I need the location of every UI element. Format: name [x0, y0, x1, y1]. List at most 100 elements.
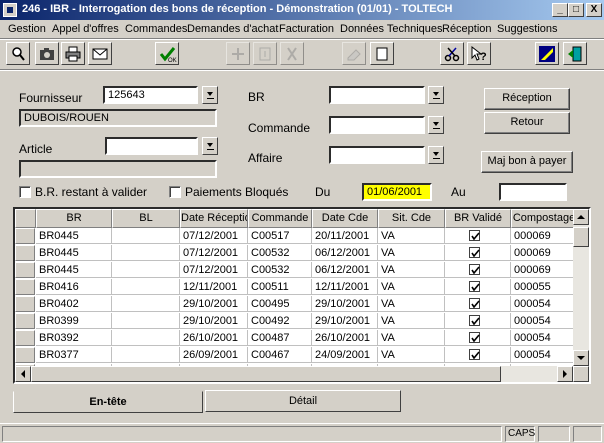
cell-bl[interactable] [112, 262, 180, 278]
cell-compostage[interactable]: 000054 [511, 330, 577, 346]
cell-compostage[interactable]: 000069 [511, 228, 577, 244]
menu-commandes[interactable]: Commandes [125, 23, 187, 35]
cell-commande[interactable]: C00532 [248, 262, 312, 278]
commande-dropdown[interactable] [428, 116, 444, 134]
exit-button[interactable] [563, 42, 587, 65]
new-record-button[interactable] [253, 42, 277, 65]
cell-date-cde[interactable]: 24/09/2001 [312, 347, 378, 363]
cell-date-cde[interactable]: 29/10/2001 [312, 296, 378, 312]
br-valide-checkbox[interactable] [469, 264, 480, 275]
br-valide-checkbox[interactable] [469, 332, 480, 343]
delete-button[interactable] [280, 42, 304, 65]
cell-date-rec[interactable]: 07/12/2001 [180, 228, 248, 244]
cell-sit[interactable]: VA [378, 262, 445, 278]
cell-sit[interactable]: VA [378, 347, 445, 363]
receipts-table[interactable]: BR BL Date Réception Commande Date Cde S… [13, 207, 591, 384]
cell-commande[interactable]: C00495 [248, 296, 312, 312]
menu-appel-offres[interactable]: Appel d'offres [52, 23, 119, 35]
cell-date-cde[interactable]: 29/10/2001 [312, 313, 378, 329]
column-header-date-reception[interactable]: Date Réception [180, 209, 248, 228]
search-button[interactable] [6, 42, 30, 65]
cell-sit[interactable]: VA [378, 313, 445, 329]
br-valide-checkbox[interactable] [469, 298, 480, 309]
cell-date-rec[interactable]: 26/10/2001 [180, 330, 248, 346]
cell-compostage[interactable]: 000055 [511, 279, 577, 295]
cell-bl[interactable] [112, 228, 180, 244]
br-valide-checkbox[interactable] [469, 247, 480, 258]
retour-button[interactable]: Retour [484, 112, 570, 134]
tab-en-tete[interactable]: En-tête [13, 391, 203, 413]
du-date-input[interactable]: 01/06/2001 [362, 183, 432, 201]
cell-br[interactable]: BR0377 [36, 347, 112, 363]
maj-bon-a-payer-button[interactable]: Maj bon à payer [481, 151, 573, 173]
tab-detail[interactable]: Détail [205, 390, 401, 412]
column-header-br[interactable]: BR [36, 209, 112, 228]
cut-button[interactable] [440, 42, 464, 65]
commande-input[interactable] [329, 116, 425, 134]
reception-button[interactable]: Réception [484, 88, 570, 110]
cell-br[interactable]: BR0399 [36, 313, 112, 329]
au-date-input[interactable] [499, 183, 567, 201]
menu-demandes-achat[interactable]: Demandes d'achat [187, 23, 278, 35]
column-header-compostage[interactable]: Compostage [511, 209, 577, 228]
cell-br[interactable]: BR0392 [36, 330, 112, 346]
cell-commande[interactable]: C00487 [248, 330, 312, 346]
horizontal-scrollbar[interactable] [15, 366, 589, 382]
minimize-button[interactable]: _ [552, 3, 568, 17]
menu-donnees-techniques[interactable]: Données Techniques [340, 23, 443, 35]
cell-date-cde[interactable]: 20/11/2001 [312, 228, 378, 244]
cell-compostage[interactable]: 000069 [511, 262, 577, 278]
br-valide-checkbox[interactable] [469, 315, 480, 326]
cell-sit[interactable]: VA [378, 245, 445, 261]
row-selector[interactable] [15, 330, 35, 346]
br-valide-checkbox[interactable] [469, 230, 480, 241]
cell-br[interactable]: BR0402 [36, 296, 112, 312]
print-button[interactable] [61, 42, 85, 65]
column-header-br-valide[interactable]: BR Validé [445, 209, 511, 228]
column-header-commande[interactable]: Commande [248, 209, 312, 228]
cell-valide[interactable] [445, 296, 511, 312]
article-dropdown[interactable] [202, 137, 218, 155]
mail-button[interactable] [88, 42, 112, 65]
row-selector[interactable] [15, 313, 35, 329]
row-selector[interactable] [15, 347, 35, 363]
cell-sit[interactable]: VA [378, 296, 445, 312]
paiements-bloques-checkbox[interactable] [169, 186, 181, 198]
scroll-up-button[interactable] [573, 209, 589, 225]
affaire-dropdown[interactable] [428, 146, 444, 164]
cell-br[interactable]: BR0445 [36, 262, 112, 278]
cell-date-rec[interactable]: 29/10/2001 [180, 313, 248, 329]
cell-commande[interactable]: C00492 [248, 313, 312, 329]
br-dropdown[interactable] [428, 86, 444, 104]
cell-commande[interactable]: C00517 [248, 228, 312, 244]
cell-date-rec[interactable]: 29/10/2001 [180, 296, 248, 312]
ok-button[interactable]: OK [155, 42, 179, 65]
cell-br[interactable]: BR0416 [36, 279, 112, 295]
cell-br[interactable]: BR0445 [36, 245, 112, 261]
br-restant-checkbox[interactable] [19, 186, 31, 198]
cell-date-cde[interactable]: 06/12/2001 [312, 245, 378, 261]
cell-valide[interactable] [445, 313, 511, 329]
affaire-input[interactable] [329, 146, 425, 164]
help-button[interactable]: ? [467, 42, 491, 65]
cell-compostage[interactable]: 000054 [511, 296, 577, 312]
camera-button[interactable] [35, 42, 59, 65]
cell-bl[interactable] [112, 296, 180, 312]
add-button[interactable] [226, 42, 250, 65]
cell-commande[interactable]: C00532 [248, 245, 312, 261]
row-selector[interactable] [15, 296, 35, 312]
menu-suggestions[interactable]: Suggestions [497, 23, 558, 35]
fournisseur-input[interactable]: 125643 [103, 86, 198, 104]
column-header-sit-cde[interactable]: Sit. Cde [378, 209, 445, 228]
cell-valide[interactable] [445, 347, 511, 363]
cell-date-cde[interactable]: 26/10/2001 [312, 330, 378, 346]
brand-button[interactable] [535, 42, 559, 65]
menu-reception[interactable]: Réception [442, 23, 492, 35]
menu-gestion[interactable]: Gestion [8, 23, 46, 35]
br-input[interactable] [329, 86, 425, 104]
row-selector[interactable] [15, 245, 35, 261]
cell-sit[interactable]: VA [378, 228, 445, 244]
cell-date-cde[interactable]: 12/11/2001 [312, 279, 378, 295]
cell-date-rec[interactable]: 12/11/2001 [180, 279, 248, 295]
cell-date-rec[interactable]: 26/09/2001 [180, 347, 248, 363]
